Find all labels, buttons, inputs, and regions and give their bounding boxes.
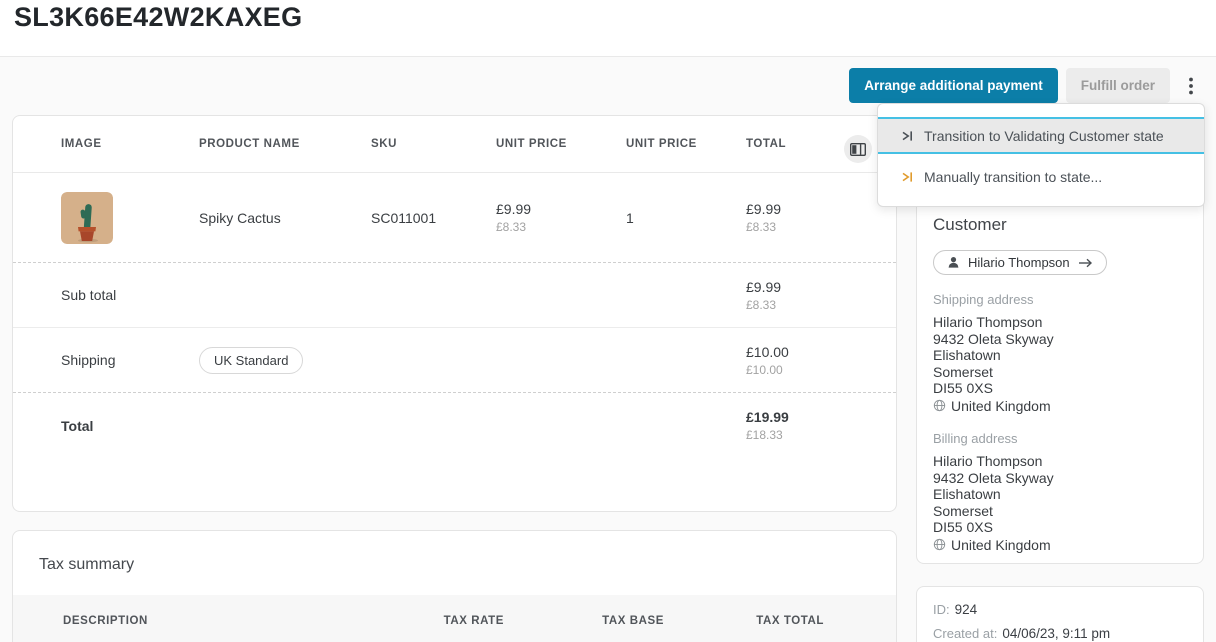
shipping-country: United Kingdom — [951, 398, 1051, 415]
kebab-menu-icon — [1189, 77, 1193, 95]
tax-summary-header-row: DESCRIPTION TAX RATE TAX BASE TAX TOTAL — [13, 595, 896, 642]
subtotal-value: £9.99 — [746, 279, 872, 295]
product-name-cell: Spiky Cactus — [199, 210, 371, 226]
line-total-cell: £9.99 £8.33 — [746, 201, 872, 234]
transition-icon — [900, 129, 914, 143]
address-line: Hilario Thompson — [933, 314, 1187, 331]
product-image-cell — [61, 192, 199, 244]
product-thumbnail-cactus — [61, 192, 113, 244]
line-item-row: Spiky Cactus SC011001 £9.99 £8.33 1 £9.9… — [13, 173, 896, 263]
fulfill-order-button[interactable]: Fulfill order — [1066, 68, 1170, 103]
menu-item-label: Manually transition to state... — [924, 169, 1102, 185]
billing-country: United Kingdom — [951, 537, 1051, 554]
tax-column-rate: TAX RATE — [444, 615, 504, 627]
order-summary-card: IMAGE PRODUCT NAME SKU UNIT PRICE UNIT P… — [12, 115, 897, 512]
order-number-title: SL3K66E42W2KAXEG — [14, 2, 302, 33]
address-line: DI55 0XS — [933, 519, 1187, 536]
column-header-image: IMAGE — [61, 138, 199, 150]
total-value: £19.99 — [746, 409, 872, 425]
address-line: DI55 0XS — [933, 380, 1187, 397]
unit-price-value: £9.99 — [496, 201, 626, 217]
customer-name: Hilario Thompson — [968, 255, 1070, 270]
order-id-value: 924 — [955, 602, 978, 617]
tax-summary-card: Tax summary DESCRIPTION TAX RATE TAX BAS… — [12, 530, 897, 642]
address-line: Elishatown — [933, 486, 1187, 503]
person-icon — [947, 256, 960, 269]
order-id-line: ID: 924 — [933, 602, 1187, 617]
column-header-product-name: PRODUCT NAME — [199, 138, 371, 150]
line-items-header-row: IMAGE PRODUCT NAME SKU UNIT PRICE UNIT P… — [13, 116, 896, 173]
globe-icon — [933, 399, 946, 412]
page-header: SL3K66E42W2KAXEG — [0, 0, 1216, 57]
created-at-value: 04/06/23, 9:11 pm — [1002, 626, 1110, 641]
address-line: Hilario Thompson — [933, 453, 1187, 470]
country-line: United Kingdom — [933, 537, 1187, 554]
tax-column-base: TAX BASE — [602, 615, 664, 627]
shipping-method-badge: UK Standard — [199, 347, 303, 374]
globe-icon — [933, 538, 946, 551]
address-line: Elishatown — [933, 347, 1187, 364]
shipping-row: Shipping UK Standard £10.00 £10.00 — [13, 328, 896, 393]
menu-item-manual-transition[interactable]: Manually transition to state... — [878, 154, 1204, 200]
address-line: 9432 Oleta Skyway — [933, 331, 1187, 348]
toggle-columns-button[interactable] — [844, 135, 872, 163]
total-label: Total — [61, 418, 371, 434]
arrow-right-icon — [1078, 258, 1093, 268]
unit-price-cell: £9.99 £8.33 — [496, 201, 626, 234]
column-header-unit-price: UNIT PRICE — [496, 138, 626, 150]
country-line: United Kingdom — [933, 398, 1187, 415]
state-transition-dropdown: Transition to Validating Customer state … — [877, 103, 1205, 207]
shipping-secondary-value: £10.00 — [746, 363, 872, 377]
order-meta-card: ID: 924 Created at: 04/06/23, 9:11 pm — [916, 586, 1204, 642]
unit-price-secondary-value: £8.33 — [496, 220, 626, 234]
customer-section-title: Customer — [933, 215, 1187, 235]
shipping-address-block: Hilario Thompson 9432 Oleta Skyway Elish… — [933, 314, 1187, 414]
line-total-secondary-value: £8.33 — [746, 220, 872, 234]
customer-card: Customer Hilario Thompson Shipping addre… — [916, 196, 1204, 564]
created-at-line: Created at: 04/06/23, 9:11 pm — [933, 626, 1187, 641]
column-header-quantity: UNIT PRICE — [626, 138, 746, 150]
subtotal-amount: £9.99 £8.33 — [746, 279, 872, 312]
address-line: Somerset — [933, 364, 1187, 381]
sku-cell: SC011001 — [371, 210, 496, 226]
tax-summary-title: Tax summary — [13, 531, 896, 574]
total-row: Total £19.99 £18.33 — [13, 393, 896, 458]
shipping-value: £10.00 — [746, 344, 872, 360]
shipping-label: Shipping — [61, 352, 199, 368]
total-secondary-value: £18.33 — [746, 428, 872, 442]
more-actions-button[interactable] — [1178, 68, 1204, 103]
order-actions-toolbar: Arrange additional payment Fulfill order — [849, 68, 1204, 103]
quantity-cell: 1 — [626, 210, 746, 226]
subtotal-label: Sub total — [61, 287, 371, 303]
shipping-amount: £10.00 £10.00 — [746, 344, 872, 377]
order-id-label: ID: — [933, 602, 950, 617]
line-total-value: £9.99 — [746, 201, 872, 217]
address-line: Somerset — [933, 503, 1187, 520]
subtotal-secondary-value: £8.33 — [746, 298, 872, 312]
column-header-sku: SKU — [371, 138, 496, 150]
address-line: 9432 Oleta Skyway — [933, 470, 1187, 487]
menu-item-transition-validating-customer[interactable]: Transition to Validating Customer state — [878, 117, 1204, 154]
billing-address-block: Hilario Thompson 9432 Oleta Skyway Elish… — [933, 453, 1187, 553]
customer-profile-link[interactable]: Hilario Thompson — [933, 250, 1107, 275]
created-at-label: Created at: — [933, 626, 997, 641]
billing-address-label: Billing address — [933, 431, 1187, 446]
table-columns-icon — [850, 143, 866, 156]
tax-column-description: DESCRIPTION — [63, 615, 344, 627]
shipping-address-label: Shipping address — [933, 292, 1187, 307]
subtotal-row: Sub total £9.99 £8.33 — [13, 263, 896, 328]
total-amount: £19.99 £18.33 — [746, 409, 872, 442]
arrange-additional-payment-button[interactable]: Arrange additional payment — [849, 68, 1058, 103]
tax-column-total: TAX TOTAL — [756, 615, 824, 627]
transition-icon — [900, 170, 914, 184]
menu-item-label: Transition to Validating Customer state — [924, 128, 1164, 144]
